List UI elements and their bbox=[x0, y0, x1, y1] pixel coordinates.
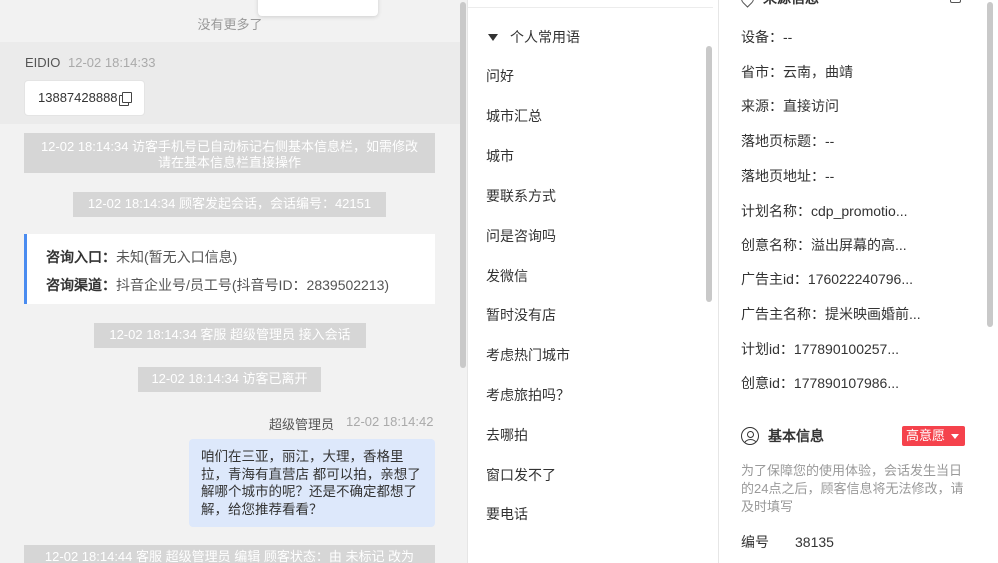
source-label: 创意id： bbox=[741, 375, 794, 391]
source-value: 177890100257... bbox=[793, 341, 900, 357]
info-scrollbar[interactable] bbox=[987, 2, 993, 327]
phrase-group-header[interactable]: 个人常用语 bbox=[488, 27, 580, 47]
source-row-advertiser-name: 广告主名称：提米映画婚前... bbox=[741, 304, 921, 324]
consult-channel-row: 咨询渠道：抖音企业号/员工号(抖音号ID：2839502213) bbox=[46, 275, 389, 295]
phrase-item[interactable]: 城市 bbox=[486, 146, 514, 166]
system-message-visitor-left: 12-02 18:14:34 访客已离开 bbox=[138, 367, 321, 392]
source-row-landing-title: 落地页标题：-- bbox=[741, 131, 834, 151]
source-row-advertiser-id: 广告主id：176022240796... bbox=[741, 269, 913, 289]
system-message-session-start: 12-02 18:14:34 顾客发起会话，会话编号：42151 bbox=[73, 192, 386, 217]
phrase-item[interactable]: 考虑旅拍吗？ bbox=[486, 385, 570, 405]
source-value: 云南，曲靖 bbox=[783, 64, 853, 80]
source-label: 创意名称： bbox=[741, 237, 811, 253]
quick-phrases-panel: 个人常用语 问好 城市汇总 城市 要联系方式 问是咨询吗 发微信 暂时没有店 考… bbox=[468, 0, 719, 563]
basic-info-header: 基本信息 bbox=[741, 426, 824, 446]
visitor-name: EIDIO bbox=[25, 55, 61, 70]
phone-number: 13887428888 bbox=[38, 90, 118, 105]
agent-name: 超级管理员 bbox=[269, 417, 335, 432]
consult-entry-row: 咨询入口：未知(暂无入口信息) bbox=[46, 247, 237, 267]
source-label: 计划名称： bbox=[741, 203, 811, 219]
source-label: 落地页地址： bbox=[741, 168, 825, 184]
source-label: 广告主id： bbox=[741, 271, 808, 287]
user-icon bbox=[741, 427, 759, 445]
no-more-label: 没有更多了 bbox=[197, 17, 263, 32]
source-value: 溢出屏幕的高... bbox=[811, 237, 907, 253]
source-label: 设备： bbox=[741, 29, 783, 45]
source-value: 177890107986... bbox=[793, 375, 900, 391]
divider bbox=[468, 7, 713, 8]
source-label: 计划id： bbox=[741, 341, 794, 357]
system-message-agent-join: 12-02 18:14:34 客服 超级管理员 接入会话 bbox=[94, 323, 366, 348]
customer-info-panel: 来源信息 设备：-- 省市：云南，曲靖 来源：直接访问 落地页标题：-- 落地页… bbox=[719, 0, 998, 563]
chat-scrollbar[interactable] bbox=[460, 2, 466, 368]
source-info-title: 来源信息 bbox=[763, 0, 819, 8]
phrases-scrollbar[interactable] bbox=[706, 46, 712, 302]
caret-down-icon bbox=[488, 33, 498, 41]
source-label: 来源： bbox=[741, 98, 783, 114]
source-value: 直接访问 bbox=[783, 98, 839, 114]
source-value: -- bbox=[825, 168, 835, 184]
edit-deadline-notice: 为了保障您的使用体验，会话发生当日的24点之后，顾客信息将无法修改，请及时填写 bbox=[741, 463, 964, 514]
source-row-plan-id: 计划id：177890100257... bbox=[741, 339, 899, 359]
customer-number-row: 编号 38135 bbox=[741, 532, 834, 552]
intent-level-dropdown[interactable]: 高意愿 bbox=[902, 426, 965, 446]
phrase-item[interactable]: 问好 bbox=[486, 66, 514, 86]
chat-panel: 没有更多了 EIDIO 12-02 18:14:33 13887428888 1… bbox=[0, 0, 468, 563]
source-value: cdp_promotio... bbox=[811, 203, 908, 219]
location-pin-icon bbox=[738, 0, 757, 8]
agent-message-bubble: 咱们在三亚，丽江，大理，香格里拉，青海有直营店 都可以拍，亲想了解哪个城市的呢？… bbox=[189, 439, 435, 527]
source-value: 提米映画婚前... bbox=[825, 306, 921, 322]
source-row-creative-name: 创意名称：溢出屏幕的高... bbox=[741, 235, 907, 255]
consult-entry-label: 咨询入口： bbox=[46, 249, 116, 265]
phrase-item[interactable]: 要电话 bbox=[486, 504, 528, 524]
chevron-down-icon bbox=[951, 434, 959, 439]
visitor-timestamp: 12-02 18:14:33 bbox=[68, 55, 156, 70]
phrase-item[interactable]: 去哪拍 bbox=[486, 425, 528, 445]
phrase-item[interactable]: 窗口发不了 bbox=[486, 465, 556, 485]
source-row-landing-url: 落地页地址：-- bbox=[741, 166, 834, 186]
system-message-status-edit: 12-02 18:14:44 客服 超级管理员 编辑 顾客状态：由 未标记 改为 bbox=[24, 545, 435, 563]
consult-channel-value: 抖音企业号/员工号(抖音号ID：2839502213) bbox=[116, 277, 390, 293]
phone-message-bubble: 13887428888 bbox=[24, 80, 145, 116]
source-row-region: 省市：云南，曲靖 bbox=[741, 62, 853, 82]
phrase-group-title: 个人常用语 bbox=[510, 29, 580, 45]
customer-number-value: 38135 bbox=[795, 534, 834, 550]
phrase-item[interactable]: 问是咨询吗 bbox=[486, 226, 556, 246]
consult-entry-value: 未知(暂无入口信息) bbox=[116, 249, 238, 265]
customer-number-label: 编号 bbox=[741, 534, 769, 550]
source-value: 176022240796... bbox=[807, 271, 914, 287]
intent-level-label: 高意愿 bbox=[906, 428, 946, 443]
source-row-plan-name: 计划名称：cdp_promotio... bbox=[741, 201, 908, 221]
phrase-item[interactable]: 城市汇总 bbox=[486, 106, 542, 126]
source-label: 落地页标题： bbox=[741, 133, 825, 149]
phrase-item[interactable]: 暂时没有店 bbox=[486, 305, 556, 325]
system-message-auto-mark: 12-02 18:14:34 访客手机号已自动标记右侧基本信息栏，如需修改请在基… bbox=[24, 133, 435, 173]
basic-info-title: 基本信息 bbox=[768, 428, 824, 444]
phrase-item[interactable]: 发微信 bbox=[486, 266, 528, 286]
source-value: -- bbox=[783, 29, 793, 45]
consult-info-card: 咨询入口：未知(暂无入口信息) 咨询渠道：抖音企业号/员工号(抖音号ID：283… bbox=[24, 234, 435, 304]
source-row-origin: 来源：直接访问 bbox=[741, 96, 839, 116]
source-label: 省市： bbox=[741, 64, 783, 80]
copy-icon[interactable] bbox=[118, 91, 132, 106]
phrase-item[interactable]: 考虑热门城市 bbox=[486, 345, 570, 365]
source-label: 广告主名称： bbox=[741, 306, 825, 322]
agent-timestamp: 12-02 18:14:42 bbox=[346, 414, 434, 429]
edit-icon[interactable] bbox=[950, 0, 961, 3]
source-row-creative-id: 创意id：177890107986... bbox=[741, 373, 899, 393]
source-value: -- bbox=[825, 133, 835, 149]
source-row-device: 设备：-- bbox=[741, 27, 792, 47]
phrase-item[interactable]: 要联系方式 bbox=[486, 186, 556, 206]
source-info-header: 来源信息 bbox=[738, 0, 819, 8]
consult-channel-label: 咨询渠道： bbox=[46, 277, 116, 293]
